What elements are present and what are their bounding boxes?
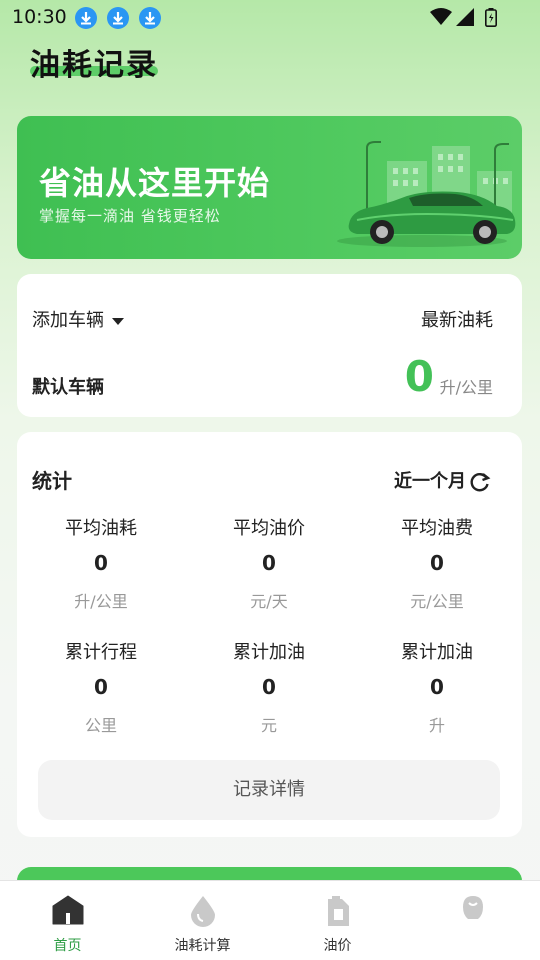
oil-drop-icon	[190, 896, 215, 927]
stat-label: 累计加油	[233, 642, 305, 663]
stat-value: 0	[430, 675, 444, 699]
nav-label-consumption-calc: 油耗计算	[174, 938, 231, 954]
download-notification-icon	[139, 7, 161, 29]
stat-label: 平均油费	[401, 518, 473, 539]
caret-down-icon	[112, 317, 124, 325]
page-title: 油耗记录	[30, 48, 158, 83]
period-selector[interactable]: 近一个月	[394, 467, 491, 493]
add-vehicle-label: 添加车辆	[32, 310, 104, 331]
latest-consumption-unit: 升/公里	[439, 378, 493, 397]
stat-unit: 元/公里	[410, 592, 464, 611]
status-time: 10:30	[12, 6, 67, 28]
download-notification-icon	[75, 7, 97, 29]
fuel-can-icon	[327, 896, 349, 926]
profile-icon	[462, 896, 483, 919]
period-label: 近一个月	[394, 471, 466, 492]
banner-headline: 省油从这里开始	[39, 164, 271, 202]
signal-icon	[456, 8, 474, 30]
promo-banner: 省油从这里开始 掌握每一滴油 省钱更轻松	[17, 116, 522, 259]
stat-unit: 元/天	[250, 592, 288, 611]
banner-subtitle: 掌握每一滴油 省钱更轻松	[39, 207, 221, 225]
stat-label: 累计加油	[401, 642, 473, 663]
wifi-icon	[430, 8, 452, 30]
add-vehicle-dropdown[interactable]: 添加车辆	[32, 306, 124, 332]
stat-value: 0	[262, 551, 276, 575]
stat-total-fuel-volume: 累计加油 0 升	[353, 638, 521, 736]
stat-unit: 公里	[84, 716, 117, 735]
download-notification-icon	[107, 7, 129, 29]
latest-consumption-value: 0	[404, 352, 434, 401]
car-city-illustration	[337, 141, 516, 247]
stat-unit: 元	[260, 716, 277, 735]
stat-unit: 升/公里	[74, 592, 128, 611]
status-bar: 10:30	[0, 0, 540, 36]
stat-avg-cost: 平均油费 0 元/公里	[353, 514, 521, 612]
stat-label: 平均油耗	[65, 518, 137, 539]
stat-unit: 升	[428, 716, 445, 735]
default-vehicle-name: 默认车辆	[32, 377, 104, 398]
latest-consumption-label: 最新油耗	[421, 310, 493, 331]
stat-value: 0	[430, 551, 444, 575]
stat-total-fuel-cost: 累计加油 0 元	[185, 638, 353, 736]
nav-label-home: 首页	[53, 938, 82, 954]
stat-total-distance: 累计行程 0 公里	[17, 638, 185, 736]
stat-label: 平均油价	[233, 518, 305, 539]
stat-value: 0	[94, 675, 108, 699]
vehicle-card: 添加车辆 最新油耗 默认车辆 0 升/公里	[17, 274, 522, 417]
battery-icon	[485, 8, 497, 31]
nav-item-fuel-price[interactable]: 油价	[270, 881, 405, 960]
record-details-button[interactable]: 记录详情	[38, 760, 500, 820]
nav-item-consumption-calc[interactable]: 油耗计算	[135, 881, 270, 960]
nav-label-fuel-price: 油价	[323, 938, 352, 954]
stat-value: 0	[94, 551, 108, 575]
nav-item-profile[interactable]	[405, 881, 540, 960]
stats-card: 统计 近一个月 平均油耗 0 升/公里 平均油价 0 元/天 平均油费 0 元/…	[17, 432, 522, 837]
stat-value: 0	[262, 675, 276, 699]
stat-avg-price: 平均油价 0 元/天	[185, 514, 353, 612]
bottom-nav: 首页 油耗计算 油价	[0, 880, 540, 960]
nav-item-home[interactable]: 首页	[0, 881, 135, 960]
stat-avg-consumption: 平均油耗 0 升/公里	[17, 514, 185, 612]
home-icon	[52, 895, 83, 925]
stats-title: 统计	[32, 469, 72, 493]
stat-label: 累计行程	[65, 642, 137, 663]
refresh-icon	[470, 473, 491, 492]
